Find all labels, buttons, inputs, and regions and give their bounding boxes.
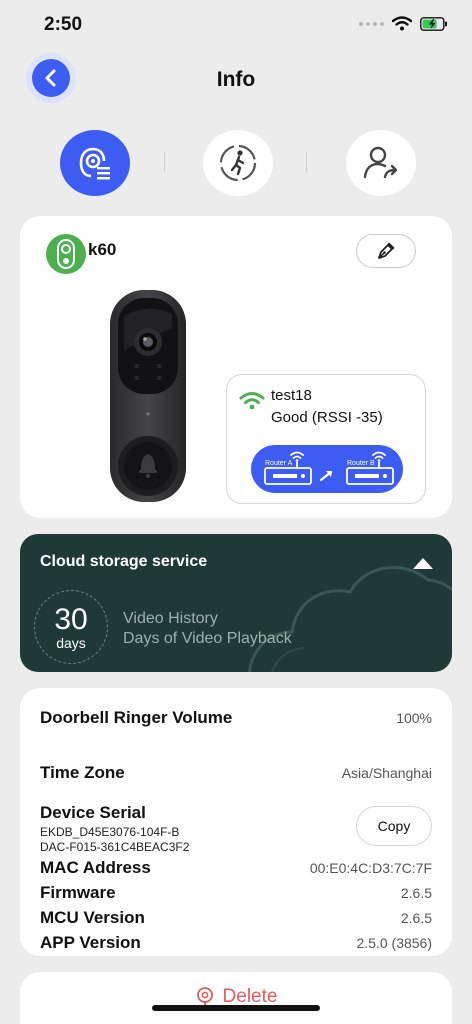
device-info-card: Doorbell Ringer Volume 100% Time Zone As… [20, 688, 452, 956]
copy-serial-button[interactable]: Copy [356, 806, 432, 846]
firmware-value: 2.6.5 [400, 885, 432, 901]
tab-device-info[interactable] [60, 130, 130, 196]
device-serial-line1: EKDB_D45E3076-104F-B [40, 825, 180, 839]
tab-share-user[interactable] [346, 130, 416, 196]
tab-divider [306, 152, 307, 172]
device-name: k60 [88, 240, 117, 259]
cellular-signal-icon [359, 21, 384, 26]
router-switch-icon [264, 451, 394, 485]
timezone-label: Time Zone [40, 763, 125, 782]
ringer-volume-value[interactable]: 100% [396, 710, 432, 726]
app-version-value: 2.5.0 (3856) [356, 935, 433, 951]
mcu-version-label: MCU Version [40, 908, 145, 927]
router-b-label: Router B [347, 460, 375, 467]
doorbell-device-icon [46, 234, 86, 274]
device-serial-line2: DAC-F015-361C4BEAC3F2 [40, 840, 190, 854]
home-indicator[interactable] [152, 1005, 320, 1011]
share-user-icon [363, 146, 398, 179]
motion-detection-icon [219, 144, 257, 182]
page-title: Info [216, 68, 256, 91]
wifi-signal-icon [239, 392, 265, 410]
playback-days-label: Days of Video Playback [123, 630, 292, 647]
mac-address-label: MAC Address [40, 858, 151, 877]
video-history-label: Video History [123, 610, 218, 627]
edit-name-button[interactable] [356, 234, 416, 268]
device-info-icon [79, 147, 110, 180]
wifi-status-icon [392, 16, 412, 31]
cloud-storage-title: Cloud storage service [40, 553, 208, 570]
device-card: k60 test18 Good (RSSI -35) Router A Rout… [20, 216, 452, 518]
pen-nib-icon [378, 242, 395, 259]
battery-charging-icon [420, 16, 447, 31]
tab-divider [164, 152, 165, 172]
caret-up-icon[interactable] [412, 556, 434, 570]
wifi-signal-strength: Good (RSSI -35) [271, 409, 383, 426]
status-time: 2:50 [44, 14, 83, 35]
mcu-version-value: 2.6.5 [400, 910, 432, 926]
status-icons [359, 16, 448, 31]
router-a-label: Router A [265, 460, 293, 467]
wifi-ssid: test18 [271, 387, 312, 404]
doorbell-device-image [110, 290, 186, 502]
delete-card: Delete [20, 972, 452, 1024]
cloud-decoration-icon [248, 566, 452, 672]
days-badge: 30 days [34, 590, 108, 664]
days-unit: days [56, 635, 86, 651]
device-serial-label: Device Serial [40, 803, 146, 822]
timezone-value[interactable]: Asia/Shanghai [342, 765, 432, 781]
tab-motion-detection[interactable] [203, 130, 273, 196]
days-count: 30 [54, 603, 88, 636]
mac-address-value: 00:E0:4C:D3:7C:7F [309, 860, 432, 876]
wifi-info-box: test18 Good (RSSI -35) Router A Router B [226, 374, 426, 504]
app-version-label: APP Version [40, 933, 141, 952]
ringer-volume-label: Doorbell Ringer Volume [40, 708, 233, 727]
switch-router-button[interactable]: Router A Router B [251, 445, 403, 493]
status-bar: 2:50 [0, 0, 472, 50]
tab-bar [0, 130, 472, 196]
nav-bar: Info [0, 56, 472, 108]
cloud-storage-card[interactable]: Cloud storage service 30 days Video Hist… [20, 534, 452, 672]
firmware-label: Firmware [40, 883, 116, 902]
